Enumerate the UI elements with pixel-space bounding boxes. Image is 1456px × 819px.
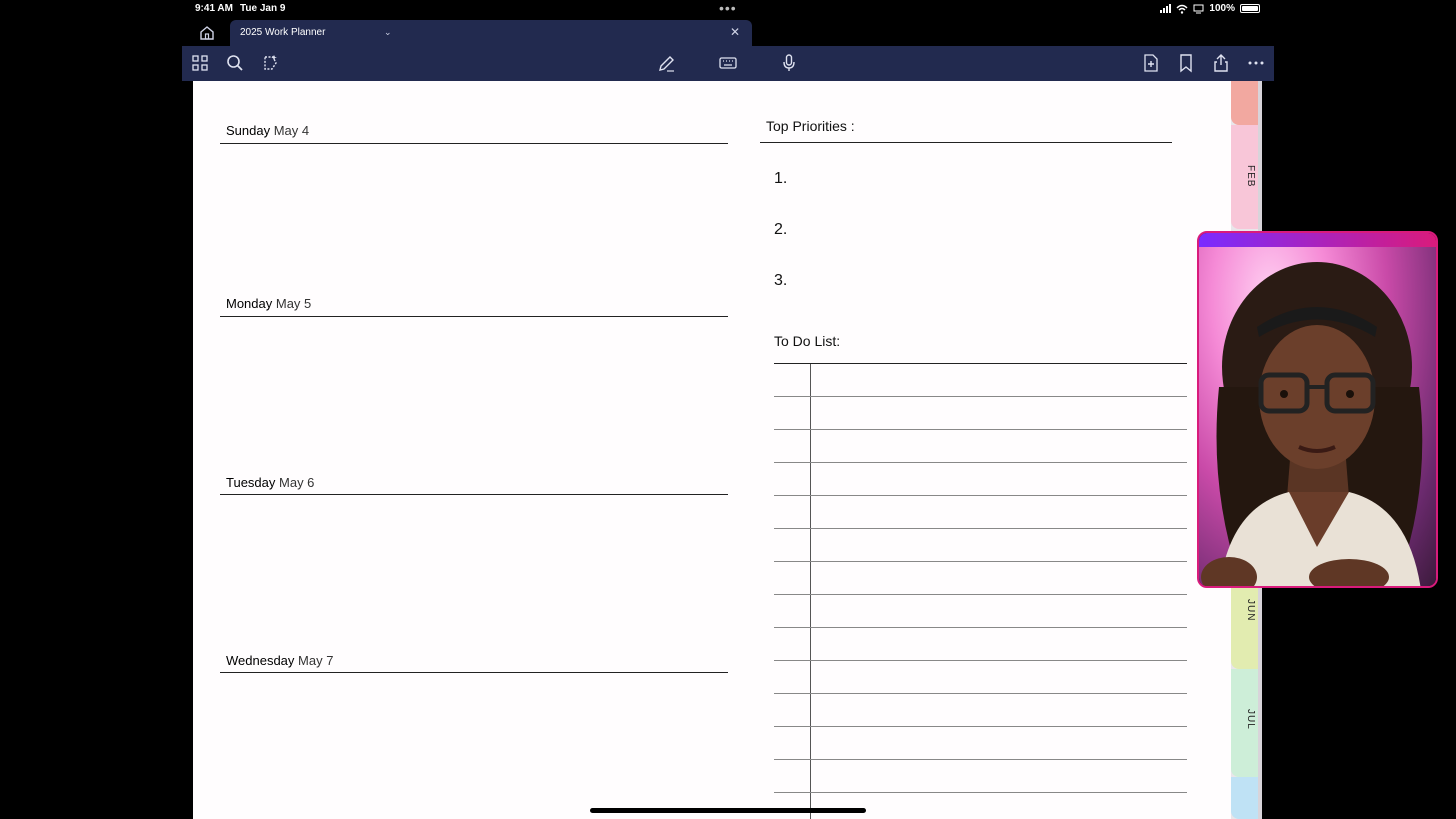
month-tab-jul[interactable]: JUL	[1231, 669, 1258, 777]
document-tab[interactable]: 2025 Work Planner ⌄ ✕	[230, 20, 752, 46]
day-heading-sunday: Sunday May 4	[226, 123, 309, 138]
weekday-label: Wednesday	[226, 653, 295, 668]
home-indicator[interactable]	[590, 808, 866, 813]
pen-icon[interactable]	[657, 53, 677, 73]
todo-row[interactable]	[774, 660, 1187, 661]
todo-row[interactable]	[774, 363, 1187, 364]
date-label: May 4	[273, 123, 310, 138]
day-rule	[220, 143, 728, 144]
home-icon[interactable]	[198, 24, 216, 42]
todo-row[interactable]	[774, 495, 1187, 496]
tab-bar: 2025 Work Planner ⌄ ✕	[182, 20, 1274, 46]
wifi-icon	[1176, 4, 1188, 14]
todo-row[interactable]	[774, 594, 1187, 595]
todo-row[interactable]	[774, 726, 1187, 727]
grid-icon[interactable]	[190, 53, 210, 73]
status-indicators: 100%	[1160, 3, 1260, 14]
todo-row[interactable]	[774, 462, 1187, 463]
status-bar: 9:41 AM Tue Jan 9 ••• 100%	[182, 0, 1274, 20]
checkbox-column-divider	[810, 363, 811, 819]
add-page-icon[interactable]	[1141, 53, 1161, 73]
battery-icon	[1240, 4, 1260, 13]
top-priorities-title: Top Priorities :	[766, 118, 855, 134]
month-tab-label: FEB	[1245, 165, 1256, 188]
day-heading-tuesday: Tuesday May 6	[226, 475, 314, 490]
weekday-label: Monday	[226, 296, 273, 311]
weekday-label: Tuesday	[226, 475, 276, 490]
day-rule	[220, 494, 728, 495]
month-tab-jan[interactable]	[1231, 81, 1258, 125]
todo-row[interactable]	[774, 429, 1187, 430]
date-label: May 7	[298, 653, 334, 668]
day-heading-monday: Monday May 5	[226, 296, 311, 311]
todo-row[interactable]	[774, 396, 1187, 397]
share-icon[interactable]	[1211, 53, 1231, 73]
day-heading-wednesday: Wednesday May 7	[226, 653, 333, 668]
status-date: Tue Jan 9	[240, 3, 286, 14]
month-tab-label: JUL	[1245, 709, 1256, 730]
cellular-signal-icon	[1160, 4, 1172, 13]
chevron-down-icon[interactable]: ⌄	[384, 27, 392, 38]
status-time: 9:41 AM	[195, 3, 233, 14]
keyboard-icon[interactable]	[718, 53, 738, 73]
toolbar	[182, 46, 1274, 81]
date-label: May 5	[275, 296, 312, 311]
weekday-label: Sunday	[226, 123, 271, 138]
webcam-title-bar	[1199, 233, 1436, 247]
presenter-video	[1201, 262, 1423, 586]
todo-row[interactable]	[774, 759, 1187, 760]
day-rule	[220, 316, 728, 317]
todo-row[interactable]	[774, 627, 1187, 628]
bookmark-icon[interactable]	[1176, 53, 1196, 73]
webcam-overlay	[1197, 231, 1438, 588]
todo-row[interactable]	[774, 528, 1187, 529]
microphone-icon[interactable]	[779, 53, 799, 73]
search-icon[interactable]	[225, 53, 245, 73]
priority-number: 2.	[774, 221, 788, 238]
screen-mirror-icon	[1193, 4, 1204, 13]
month-tab-aug[interactable]	[1231, 777, 1258, 819]
lasso-icon[interactable]	[260, 53, 280, 73]
multitasking-dots-icon[interactable]: •••	[719, 0, 737, 16]
planner-page[interactable]: Sunday May 4 Monday May 5 Tuesday May 6 …	[193, 81, 1231, 819]
month-tab-feb[interactable]: FEB	[1231, 125, 1258, 229]
priority-number: 3.	[774, 272, 788, 289]
date-label: May 6	[279, 475, 315, 490]
more-icon[interactable]	[1246, 53, 1266, 73]
battery-percent: 100%	[1209, 3, 1235, 14]
todo-list-title: To Do List:	[774, 333, 841, 349]
todo-row[interactable]	[774, 792, 1187, 793]
priority-number: 1.	[774, 170, 788, 187]
todo-row[interactable]	[774, 561, 1187, 562]
document-tab-title: 2025 Work Planner	[240, 27, 326, 38]
todo-row[interactable]	[774, 693, 1187, 694]
priorities-rule	[760, 142, 1172, 143]
close-icon[interactable]: ✕	[730, 25, 740, 39]
todo-list-grid[interactable]	[774, 363, 1187, 819]
month-tab-label: JUN	[1245, 599, 1256, 622]
day-rule	[220, 672, 728, 673]
